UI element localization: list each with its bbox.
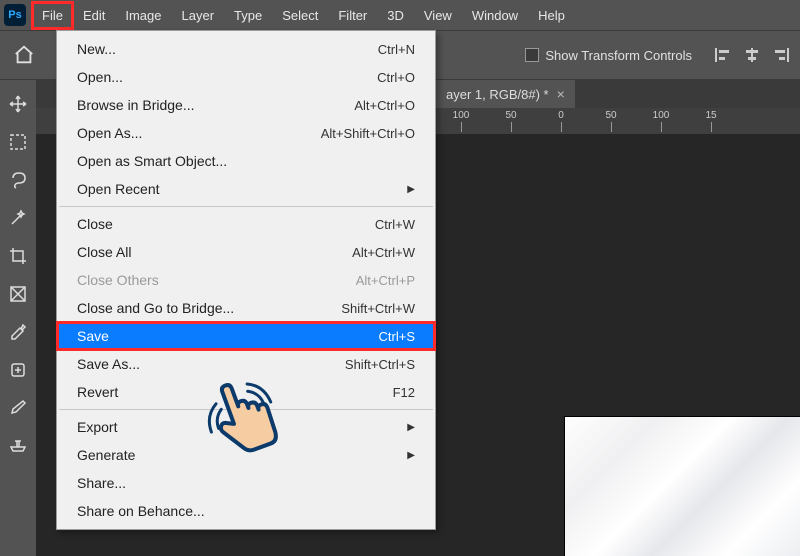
crop-tool[interactable] (4, 242, 32, 270)
menu-item-share[interactable]: Share... (57, 469, 435, 497)
menu-help[interactable]: Help (528, 2, 575, 29)
left-toolbar (0, 80, 36, 556)
canvas-image[interactable] (564, 416, 800, 556)
menu-item-label: Open Recent (77, 181, 160, 197)
menu-item-label: Share... (77, 475, 126, 491)
document-tab[interactable]: ayer 1, RGB/8#) * × (436, 80, 575, 108)
menu-item-open[interactable]: Open... Ctrl+O (57, 63, 435, 91)
menu-item-close-all[interactable]: Close All Alt+Ctrl+W (57, 238, 435, 266)
menu-item-label: Save As... (77, 356, 140, 372)
show-transform-controls-label: Show Transform Controls (545, 48, 692, 63)
menu-item-browse-in-bridge[interactable]: Browse in Bridge... Alt+Ctrl+O (57, 91, 435, 119)
menu-item-close-others: Close Others Alt+Ctrl+P (57, 266, 435, 294)
menu-item-share-on-behance[interactable]: Share on Behance... (57, 497, 435, 525)
menu-file[interactable]: File (32, 2, 73, 29)
ruler-tick: 100 (436, 108, 486, 121)
menu-item-label: New... (77, 41, 116, 57)
menu-item-label: Browse in Bridge... (77, 97, 195, 113)
menu-item-shortcut: Shift+Ctrl+S (345, 357, 415, 372)
menu-image[interactable]: Image (115, 2, 171, 29)
menu-item-label: Save (77, 328, 109, 344)
menu-item-shortcut: Ctrl+O (377, 70, 415, 85)
submenu-arrow-icon: ▶ (407, 184, 415, 195)
menu-item-generate[interactable]: Generate ▶ (57, 441, 435, 469)
submenu-arrow-icon: ▶ (407, 422, 415, 433)
menu-item-open-as-smart-object[interactable]: Open as Smart Object... (57, 147, 435, 175)
menu-select[interactable]: Select (272, 2, 328, 29)
menu-item-label: Open... (77, 69, 123, 85)
magic-wand-tool[interactable] (4, 204, 32, 232)
menu-item-label: Export (77, 419, 117, 435)
menu-item-shortcut: Alt+Ctrl+P (356, 273, 415, 288)
menu-item-label: Share on Behance... (77, 503, 205, 519)
menu-window[interactable]: Window (462, 2, 528, 29)
menu-item-label: Open as Smart Object... (77, 153, 227, 169)
file-menu-dropdown: New... Ctrl+N Open... Ctrl+O Browse in Bridg… (56, 30, 436, 530)
show-transform-controls-checkbox[interactable]: Show Transform Controls (525, 48, 692, 63)
menu-item-revert[interactable]: Revert F12 (57, 378, 435, 406)
marquee-tool[interactable] (4, 128, 32, 156)
menu-item-label: Close Others (77, 272, 159, 288)
lasso-tool[interactable] (4, 166, 32, 194)
frame-tool[interactable] (4, 280, 32, 308)
menu-item-open-as[interactable]: Open As... Alt+Shift+Ctrl+O (57, 119, 435, 147)
menu-3d[interactable]: 3D (377, 2, 414, 29)
menu-item-shortcut: Alt+Shift+Ctrl+O (321, 126, 415, 141)
menu-item-label: Close All (77, 244, 131, 260)
menu-item-shortcut: Shift+Ctrl+W (341, 301, 415, 316)
menu-item-shortcut: Ctrl+W (375, 217, 415, 232)
checkbox-box (525, 48, 539, 62)
menu-edit[interactable]: Edit (73, 2, 115, 29)
menu-layer[interactable]: Layer (172, 2, 225, 29)
menu-item-label: Open As... (77, 125, 142, 141)
ruler-tick: 50 (586, 108, 636, 121)
menu-view[interactable]: View (414, 2, 462, 29)
close-icon[interactable]: × (557, 86, 565, 102)
brush-tool[interactable] (4, 394, 32, 422)
ruler-tick: 0 (536, 108, 586, 121)
align-center-icon[interactable] (740, 43, 764, 67)
document-tab-title: ayer 1, RGB/8#) * (446, 87, 549, 102)
menu-item-shortcut: Ctrl+S (379, 329, 415, 344)
menu-item-save-as[interactable]: Save As... Shift+Ctrl+S (57, 350, 435, 378)
app-logo: Ps (4, 4, 26, 26)
menu-item-export[interactable]: Export ▶ (57, 413, 435, 441)
menu-type[interactable]: Type (224, 2, 272, 29)
menu-item-label: Generate (77, 447, 135, 463)
align-left-icon[interactable] (712, 43, 736, 67)
menu-item-save[interactable]: Save Ctrl+S (57, 322, 435, 350)
menu-item-label: Close and Go to Bridge... (77, 300, 234, 316)
menu-item-new[interactable]: New... Ctrl+N (57, 35, 435, 63)
menu-filter[interactable]: Filter (328, 2, 377, 29)
healing-brush-tool[interactable] (4, 356, 32, 384)
menu-item-label: Revert (77, 384, 118, 400)
align-buttons (712, 43, 800, 67)
menubar: Ps FileEditImageLayerTypeSelectFilter3DV… (0, 0, 800, 30)
submenu-arrow-icon: ▶ (407, 450, 415, 461)
clone-stamp-tool[interactable] (4, 432, 32, 460)
app-logo-text: Ps (8, 9, 21, 21)
eyedropper-tool[interactable] (4, 318, 32, 346)
ruler-tick: 50 (486, 108, 536, 121)
move-tool[interactable] (4, 90, 32, 118)
menu-item-shortcut: Alt+Ctrl+W (352, 245, 415, 260)
menu-item-shortcut: F12 (393, 385, 415, 400)
menu-item-close-and-go-to-bridge[interactable]: Close and Go to Bridge... Shift+Ctrl+W (57, 294, 435, 322)
menu-item-shortcut: Ctrl+N (378, 42, 415, 57)
menu-item-label: Close (77, 216, 113, 232)
home-icon[interactable] (6, 37, 42, 73)
menu-item-close[interactable]: Close Ctrl+W (57, 210, 435, 238)
ruler-tick: 15 (686, 108, 736, 121)
menu-item-shortcut: Alt+Ctrl+O (354, 98, 415, 113)
ruler-tick: 100 (636, 108, 686, 121)
menu-item-open-recent[interactable]: Open Recent ▶ (57, 175, 435, 203)
align-right-icon[interactable] (768, 43, 792, 67)
